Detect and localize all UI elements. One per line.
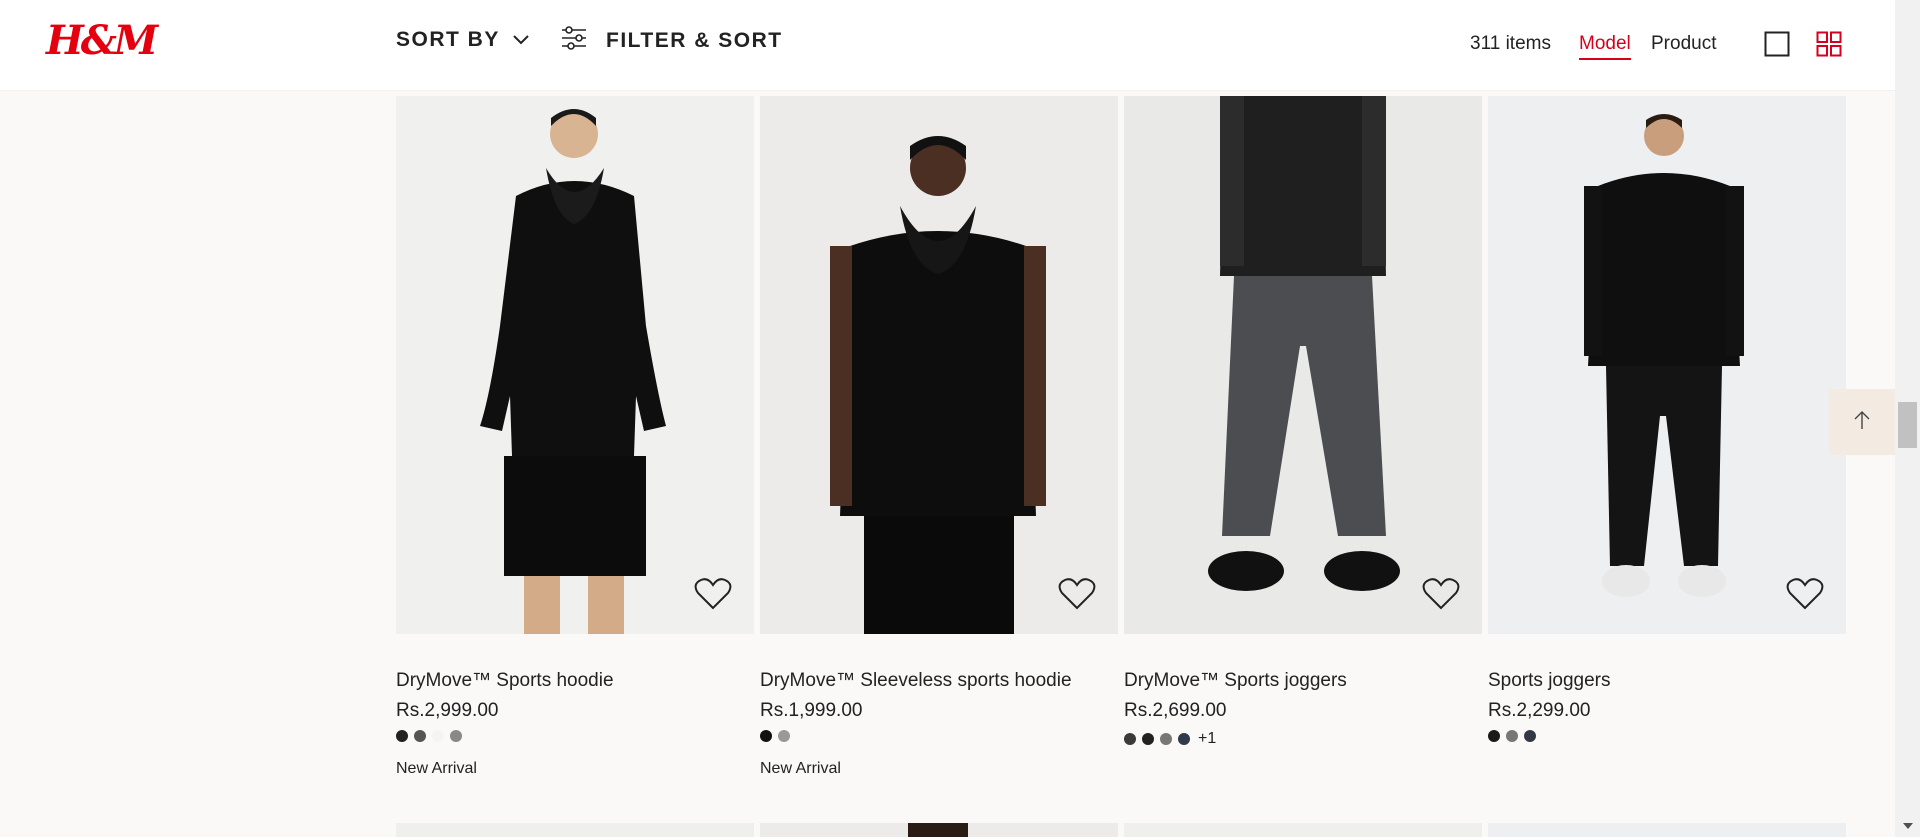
color-swatch[interactable] <box>778 730 790 742</box>
color-swatch[interactable] <box>1488 730 1500 742</box>
more-colors-count[interactable]: +1 <box>1198 730 1216 748</box>
heart-icon[interactable] <box>694 577 732 616</box>
product-price: Rs.2,299.00 <box>1488 700 1591 721</box>
product-title[interactable]: DryMove™ Sports hoodie <box>396 670 614 692</box>
color-swatch[interactable] <box>1160 733 1172 745</box>
scrollbar-thumb[interactable] <box>1898 402 1917 448</box>
color-swatch[interactable] <box>1124 733 1136 745</box>
sliders-icon <box>560 26 588 56</box>
product-price: Rs.1,999.00 <box>760 700 863 721</box>
color-swatches <box>760 730 790 742</box>
product-price: Rs.2,699.00 <box>1124 700 1227 721</box>
color-swatch[interactable] <box>760 730 772 742</box>
new-arrival-badge: New Arrival <box>396 760 477 777</box>
product-title[interactable]: DryMove™ Sports joggers <box>1124 670 1347 692</box>
product-card[interactable]: Sports joggers Rs.2,299.00 <box>1488 96 1846 742</box>
product-title[interactable]: DryMove™ Sleeveless sports hoodie <box>760 670 1072 692</box>
product-title[interactable]: Sports joggers <box>1488 670 1611 692</box>
heart-icon[interactable] <box>1422 577 1460 616</box>
next-product-image[interactable] <box>1124 823 1482 837</box>
color-swatches: +1 <box>1124 730 1216 748</box>
color-swatches <box>1488 730 1536 742</box>
product-image[interactable] <box>760 96 1118 634</box>
single-view-icon[interactable] <box>1764 31 1790 62</box>
arrow-up-icon <box>1852 409 1872 436</box>
color-swatch[interactable] <box>1506 730 1518 742</box>
next-product-image[interactable] <box>1488 823 1846 837</box>
product-card[interactable]: DryMove™ Sports hoodie Rs.2,999.00 New A… <box>396 96 754 777</box>
heart-icon[interactable] <box>1786 577 1824 616</box>
product-price: Rs.2,999.00 <box>396 700 499 721</box>
color-swatch[interactable] <box>450 730 462 742</box>
sort-by-label: SORT BY <box>396 28 500 51</box>
color-swatch[interactable] <box>414 730 426 742</box>
product-card[interactable]: DryMove™ Sleeveless sports hoodie Rs.1,9… <box>760 96 1118 777</box>
filter-sort-button[interactable]: FILTER & SORT <box>560 26 783 56</box>
color-swatch[interactable] <box>432 730 444 742</box>
color-swatch[interactable] <box>1142 733 1154 745</box>
sort-by-button[interactable]: SORT BY <box>396 28 530 52</box>
top-header: H&M SORT BY FILTER & SORT 311 items Mode… <box>0 0 1895 90</box>
product-image[interactable] <box>396 96 754 634</box>
back-to-top-button[interactable] <box>1829 389 1895 455</box>
color-swatch[interactable] <box>396 730 408 742</box>
new-arrival-badge: New Arrival <box>760 760 841 777</box>
color-swatch[interactable] <box>1178 733 1190 745</box>
product-image[interactable] <box>1124 96 1482 634</box>
view-product-toggle[interactable]: Product <box>1651 33 1716 55</box>
filter-sort-label: FILTER & SORT <box>606 29 783 52</box>
hm-logo[interactable]: H&M <box>46 18 158 64</box>
product-image[interactable] <box>1488 96 1846 634</box>
color-swatch[interactable] <box>1524 730 1536 742</box>
next-product-image[interactable] <box>760 823 1118 837</box>
color-swatches <box>396 730 462 742</box>
product-card[interactable]: DryMove™ Sports joggers Rs.2,699.00 +1 <box>1124 96 1482 747</box>
heart-icon[interactable] <box>1058 577 1096 616</box>
item-count: 311 items <box>1470 33 1551 54</box>
grid-view-icon[interactable] <box>1816 31 1842 62</box>
next-product-image[interactable] <box>396 823 754 837</box>
view-model-toggle[interactable]: Model <box>1579 33 1631 60</box>
chevron-down-icon <box>512 28 530 52</box>
scroll-down-arrow-icon[interactable] <box>1902 818 1914 836</box>
